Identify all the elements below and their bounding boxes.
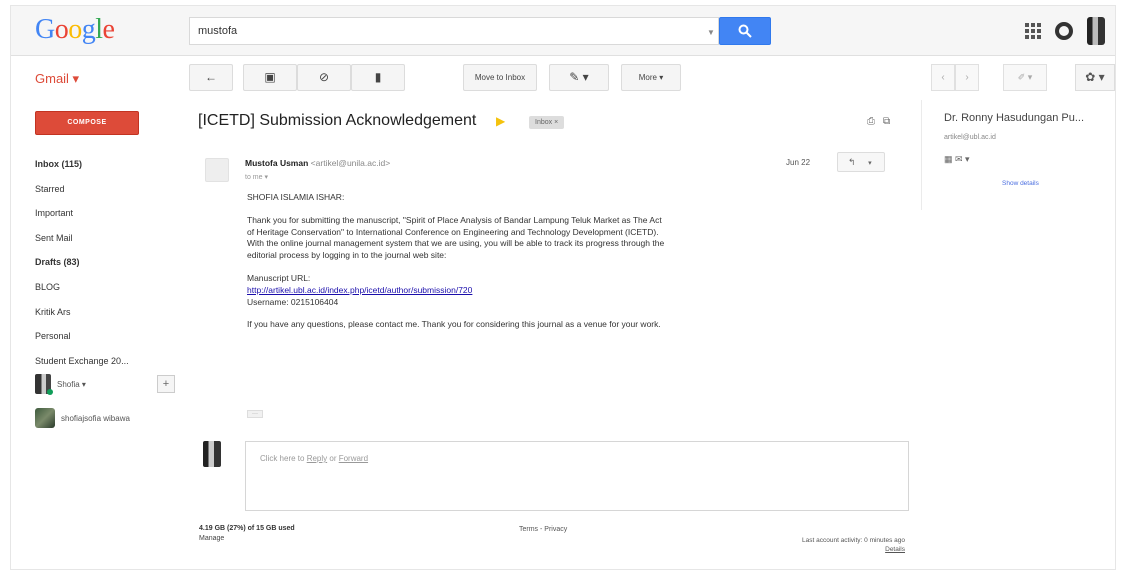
apps-grid-icon[interactable] bbox=[1025, 23, 1041, 39]
top-header: Google mustofa ▼ bbox=[11, 6, 1115, 56]
storage-usage: 4.19 GB (27%) of 15 GB used bbox=[199, 525, 295, 532]
body-paragraph: Thank you for submitting the manuscript,… bbox=[247, 214, 665, 261]
sender-avatar bbox=[205, 158, 229, 182]
compose-button[interactable]: COMPOSE bbox=[35, 111, 139, 135]
new-window-icon[interactable]: ⧉ bbox=[883, 116, 890, 127]
sidebar-item-student-exchange[interactable]: Student Exchange 20... bbox=[35, 349, 175, 374]
trash-icon: ▮ bbox=[374, 70, 382, 84]
my-avatar bbox=[203, 441, 221, 467]
contact-panel-name: Dr. Ronny Hasudungan Pu... bbox=[944, 112, 1085, 124]
settings-gear-button[interactable]: ✿ ▾ bbox=[1075, 64, 1115, 91]
account-area bbox=[1025, 16, 1105, 46]
sidebar-item-drafts[interactable]: Drafts (83) bbox=[35, 250, 175, 275]
sidebar: COMPOSE Inbox (115) Starred Important Se… bbox=[11, 100, 181, 569]
back-button[interactable]: ← bbox=[189, 64, 233, 91]
sidebar-item-important[interactable]: Important bbox=[35, 201, 175, 226]
new-hangout-button[interactable]: + bbox=[157, 375, 175, 393]
logo-letter: o bbox=[68, 14, 82, 45]
important-marker-icon[interactable]: ▶ bbox=[496, 114, 505, 128]
greeting: SHOFIA ISLAMIA ISHAR: bbox=[247, 192, 345, 202]
more-options-icon[interactable]: ▾ bbox=[868, 160, 872, 167]
report-spam-button[interactable]: ⊘ bbox=[297, 64, 351, 91]
contact-avatar bbox=[35, 408, 55, 428]
reply-button[interactable]: ↰ ▾ bbox=[837, 152, 885, 172]
sidebar-item-blog[interactable]: BLOG bbox=[35, 275, 175, 300]
sidebar-item-sent-mail[interactable]: Sent Mail bbox=[35, 226, 175, 251]
manage-storage-link[interactable]: Manage bbox=[199, 535, 224, 542]
print-icon[interactable]: ⎙ bbox=[867, 116, 875, 127]
reply-prefix: Click here to bbox=[260, 454, 307, 463]
account-avatar[interactable] bbox=[1087, 17, 1105, 45]
logo-letter: g bbox=[81, 14, 96, 45]
sidebar-item-starred[interactable]: Starred bbox=[35, 177, 175, 202]
gmail-window: Google mustofa ▼ Gmail ▾ ← ▣ ⊘ ▮ Move to… bbox=[10, 5, 1116, 570]
gmail-menu[interactable]: Gmail ▾ bbox=[35, 71, 79, 87]
reply-icon: ↰ bbox=[848, 157, 856, 167]
hangouts-me[interactable]: Shofia ▾ + bbox=[35, 372, 175, 396]
manuscript-url-link[interactable]: http://artikel.ubl.ac.id/index.php/icetd… bbox=[247, 285, 472, 295]
sidebar-item-inbox[interactable]: Inbox (115) bbox=[35, 152, 175, 177]
activity-details-link[interactable]: Details bbox=[885, 546, 905, 553]
archive-button[interactable]: ▣ bbox=[243, 64, 297, 91]
input-tools-button[interactable]: ✐ ▾ bbox=[1003, 64, 1047, 91]
contact-panel: Dr. Ronny Hasudungan Pu... artikel@ubl.a… bbox=[921, 100, 1115, 210]
spam-icon: ⊘ bbox=[318, 70, 330, 84]
archive-icon: ▣ bbox=[264, 70, 276, 84]
search-button[interactable] bbox=[719, 17, 771, 45]
move-to-inbox-button[interactable]: Move to Inbox bbox=[463, 64, 537, 91]
hangouts-name: Shofia ▾ bbox=[57, 379, 86, 389]
last-activity-text: Last account activity: 0 minutes ago bbox=[802, 537, 905, 544]
hangouts-contact[interactable]: shofiajsofia wibawa bbox=[35, 408, 130, 428]
message-navigation: ‹ › bbox=[931, 64, 979, 91]
reply-placeholder: Click here to Reply or Forward bbox=[260, 454, 368, 463]
message-body: SHOFIA ISLAMIA ISHAR: Thank you for subm… bbox=[247, 192, 667, 342]
sidebar-item-kritik-ars[interactable]: Kritik Ars bbox=[35, 300, 175, 325]
logo-letter: e bbox=[102, 14, 115, 45]
closing-paragraph: If you have any questions, please contac… bbox=[247, 319, 661, 330]
notifications-icon[interactable] bbox=[1055, 22, 1073, 40]
google-logo[interactable]: Google bbox=[35, 14, 115, 46]
inbox-label-chip[interactable]: Inbox × bbox=[529, 116, 565, 129]
more-button[interactable]: More ▾ bbox=[621, 64, 681, 91]
folder-list: Inbox (115) Starred Important Sent Mail … bbox=[35, 152, 175, 373]
manuscript-label: Manuscript URL: bbox=[247, 272, 311, 283]
previous-message-button[interactable]: ‹ bbox=[931, 64, 955, 91]
message-date: Jun 22 bbox=[786, 158, 811, 167]
sender-name[interactable]: Mustofa Usman bbox=[245, 158, 308, 168]
label-icon: ✎ ▾ bbox=[569, 70, 589, 84]
reply-or: or bbox=[327, 454, 339, 463]
next-message-button[interactable]: › bbox=[955, 64, 979, 91]
reply-link[interactable]: Reply bbox=[307, 454, 327, 463]
search-input[interactable]: mustofa bbox=[189, 17, 719, 45]
terms-privacy-link[interactable]: Terms - Privacy bbox=[519, 526, 567, 533]
reply-box[interactable]: Click here to Reply or Forward bbox=[245, 441, 909, 511]
back-arrow-icon: ← bbox=[205, 70, 217, 84]
contact-name: shofiajsofia wibawa bbox=[61, 413, 130, 423]
message-subject: [ICETD] Submission Acknowledgement bbox=[198, 112, 477, 129]
contact-actions-icon[interactable]: ▦ ✉ ▾ bbox=[944, 154, 970, 165]
delete-button[interactable]: ▮ bbox=[351, 64, 405, 91]
logo-letter: o bbox=[54, 14, 69, 45]
storage-info: 4.19 GB (27%) of 15 GB used Manage bbox=[199, 524, 295, 544]
manuscript-block: Manuscript URL: http://artikel.ubl.ac.id… bbox=[247, 273, 667, 308]
show-trimmed-content-button[interactable]: ··· bbox=[247, 410, 263, 418]
account-activity: Last account activity: 0 minutes ago Det… bbox=[729, 536, 905, 554]
sidebar-item-personal[interactable]: Personal bbox=[35, 324, 175, 349]
search-icon bbox=[738, 24, 752, 38]
message-view: [ICETD] Submission Acknowledgement ▶ Inb… bbox=[189, 100, 909, 569]
forward-link[interactable]: Forward bbox=[339, 454, 368, 463]
logo-letter: G bbox=[35, 14, 55, 45]
hangouts-avatar bbox=[35, 374, 53, 395]
sender-email: <artikel@unila.ac.id> bbox=[310, 158, 391, 168]
username-text: Username: 0215106404 bbox=[247, 296, 339, 307]
contact-panel-email: artikel@ubl.ac.id bbox=[944, 134, 996, 141]
show-details-link[interactable]: Show details bbox=[1002, 180, 1039, 187]
search-options-icon[interactable]: ▼ bbox=[707, 28, 715, 37]
labels-button[interactable]: ✎ ▾ bbox=[549, 64, 609, 91]
sender-line: Mustofa Usman <artikel@unila.ac.id> bbox=[245, 158, 390, 168]
logo-letter: l bbox=[95, 14, 103, 45]
reply-area: Click here to Reply or Forward bbox=[203, 437, 909, 517]
recipients-toggle[interactable]: to me ▾ bbox=[245, 173, 268, 181]
